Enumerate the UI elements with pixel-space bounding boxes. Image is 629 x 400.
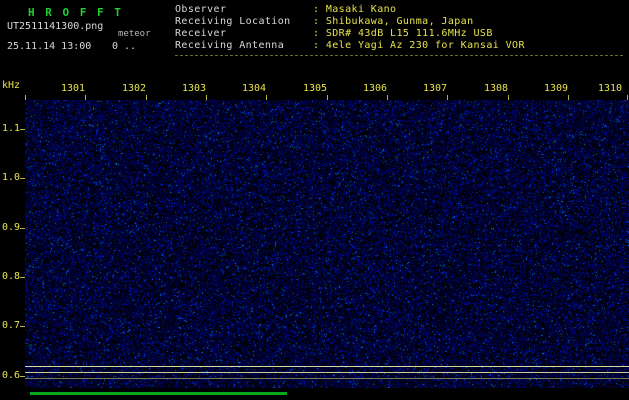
info-label-location: Receiving Location (175, 16, 313, 28)
info-row-location: Receiving Location: Shibukawa, Gunma, Ja… (175, 16, 525, 28)
y-tick-label: 1.0 (2, 172, 20, 183)
x-tick-label: 1310 (595, 83, 625, 94)
y-tick-label: 0.6 (2, 370, 20, 381)
info-row-antenna: Receiving Antenna: 4ele Yagi Az 230 for … (175, 40, 525, 52)
x-tick-label: 1302 (119, 83, 149, 94)
y-tick-label: 0.8 (2, 271, 20, 282)
spectrogram-canvas (25, 100, 629, 388)
y-tick-label: 1.1 (2, 123, 20, 134)
carrier-line-2 (25, 378, 629, 379)
info-value-receiver: : SDR# 43dB L15 111.6MHz USB (313, 28, 493, 39)
y-tick-label: 0.7 (2, 320, 20, 331)
station-info: Observer: Masaki Kano Receiving Location… (175, 4, 525, 52)
y-tick-label: 0.9 (2, 222, 20, 233)
output-filename: UT2511141300.png (7, 21, 103, 32)
x-tick-label: 1309 (541, 83, 571, 94)
app-title: H R O F F T (28, 6, 123, 19)
mode-label: meteor (118, 29, 151, 39)
x-tick-label: 1307 (420, 83, 450, 94)
progress-bar (30, 392, 287, 395)
x-tick-label: 1301 (58, 83, 88, 94)
carrier-line-0 (25, 366, 629, 367)
info-row-receiver: Receiver: SDR# 43dB L15 111.6MHz USB (175, 28, 525, 40)
datetime-label: 25.11.14 13:00 (7, 41, 91, 52)
x-tick-label: 1304 (239, 83, 269, 94)
x-tick-label: 1306 (360, 83, 390, 94)
x-tick-label: 1303 (179, 83, 209, 94)
x-tick-label: 1308 (481, 83, 511, 94)
echo-counter: 0 .. (112, 41, 136, 52)
info-value-location: : Shibukawa, Gunma, Japan (313, 16, 474, 27)
info-row-observer: Observer: Masaki Kano (175, 4, 525, 16)
info-value-observer: : Masaki Kano (313, 4, 396, 15)
info-label-antenna: Receiving Antenna (175, 40, 313, 52)
info-label-observer: Observer (175, 4, 313, 16)
info-label-receiver: Receiver (175, 28, 313, 40)
x-tick-label: 1305 (300, 83, 330, 94)
header-separator-line (175, 55, 623, 56)
carrier-line-1 (25, 372, 629, 373)
hrofft-output-image: { "header": { "app_title": "H R O F F T"… (0, 0, 629, 400)
info-value-antenna: : 4ele Yagi Az 230 for Kansai VOR (313, 40, 525, 51)
y-axis-unit-label: kHz (2, 80, 20, 91)
